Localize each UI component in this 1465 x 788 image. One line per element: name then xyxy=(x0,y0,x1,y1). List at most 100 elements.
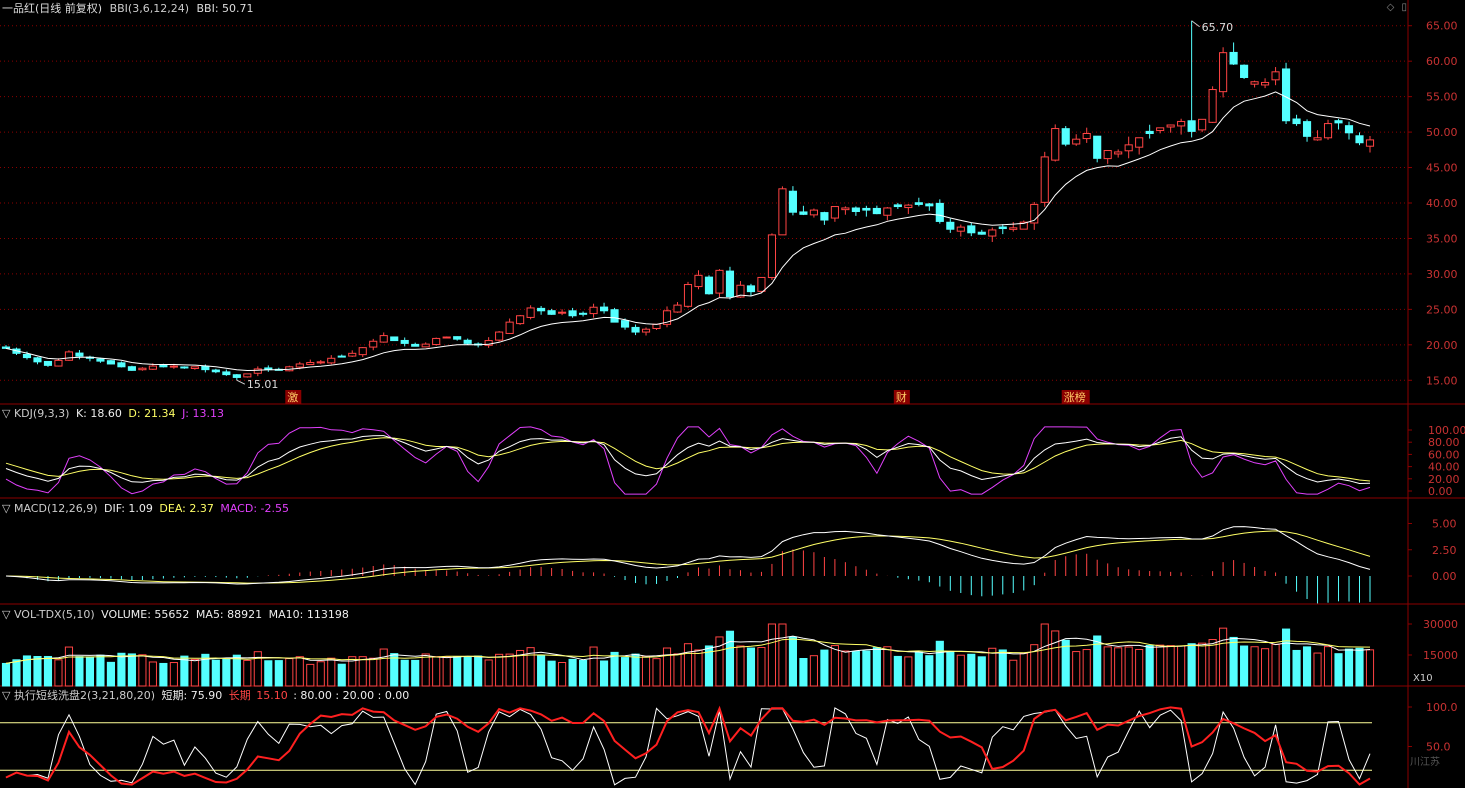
volume-bar xyxy=(914,651,923,687)
candle-body xyxy=(96,358,105,362)
candle-body xyxy=(914,202,923,205)
candle-body xyxy=(1365,139,1375,147)
candle-body xyxy=(1009,227,1018,230)
high-label: 65.70 xyxy=(1202,21,1234,34)
bbi-title[interactable]: BBI(3,6,12,24) xyxy=(110,2,189,15)
kdj-title[interactable]: KDJ(9,3,3) xyxy=(14,407,70,420)
volume-bar xyxy=(558,662,567,687)
candle-body xyxy=(1198,118,1207,131)
candle-body xyxy=(33,357,42,363)
candle-body xyxy=(1240,64,1249,78)
candle-body xyxy=(337,355,346,358)
stock-name[interactable]: 一品红(日线 前复权) xyxy=(2,2,102,15)
macd-header: ▽ MACD(12,26,9) DIF: 1.09 DEA: 2.37 MACD… xyxy=(2,502,289,515)
candle-body xyxy=(1250,81,1259,85)
volume-bar xyxy=(484,659,493,687)
y-tick-label: 30.00 xyxy=(1426,268,1458,281)
macd-value: MACD: -2.55 xyxy=(220,502,289,515)
volume-bar xyxy=(274,660,283,687)
candle-body xyxy=(599,306,609,312)
candle-body xyxy=(463,339,472,344)
candle-body xyxy=(306,362,315,366)
header-bar: 一品红(日线 前复权) BBI(3,6,12,24) BBI: 50.71 xyxy=(2,2,254,16)
vol-title[interactable]: VOL-TDX(5,10) xyxy=(14,608,95,621)
candle-body xyxy=(1292,118,1301,125)
candle-body xyxy=(988,229,997,237)
wash-title[interactable]: 执行短线洗盘2(3,21,80,20) xyxy=(14,689,155,702)
vol-header: ▽ VOL-TDX(5,10) VOLUME: 55652 MA5: 88921… xyxy=(2,608,349,621)
candle-body xyxy=(1177,120,1186,127)
volume-bar xyxy=(232,654,241,687)
volume-bar xyxy=(295,656,304,687)
volume-bar xyxy=(1219,627,1228,687)
candle-body xyxy=(558,311,567,314)
volume-bar xyxy=(211,659,220,687)
diamond-icon[interactable]: ◇ xyxy=(1387,2,1395,13)
y-tick-label: 40.00 xyxy=(1426,197,1458,210)
volume-bar xyxy=(243,659,252,687)
volume-bar xyxy=(316,661,325,687)
volume-bar xyxy=(442,656,451,687)
macd-title[interactable]: MACD(12,26,9) xyxy=(14,502,98,515)
volume-bar xyxy=(337,663,346,687)
window-controls: ◇ ▯ xyxy=(1387,2,1407,13)
chart-canvas[interactable]: 65.00 60.00 55.00 50.00 45.00 40.00 35.00 30.00… xyxy=(0,0,1465,788)
volume-bar xyxy=(138,654,147,687)
candle-body xyxy=(64,351,74,361)
candle-body xyxy=(190,366,199,369)
candle-body xyxy=(778,188,787,236)
candle-body xyxy=(851,207,860,213)
candle-body xyxy=(400,339,409,344)
volume-bar xyxy=(1,662,11,687)
volume-bar xyxy=(746,647,756,687)
volume-bar xyxy=(1261,648,1270,687)
volume-bar xyxy=(12,659,21,687)
kdj-d: D: 21.34 xyxy=(128,407,176,420)
y-tick-label: 20.00 xyxy=(1426,339,1458,352)
volume-bar xyxy=(505,653,514,687)
candle-body xyxy=(872,207,881,215)
kdj-tick-label: 40.00 xyxy=(1428,461,1460,474)
volume-bar xyxy=(736,645,745,687)
candle-body xyxy=(1271,71,1280,81)
volume-bar xyxy=(1040,623,1049,687)
candle-body xyxy=(620,320,630,328)
candle-body xyxy=(169,365,178,368)
volume-bar xyxy=(358,656,367,687)
candle-body xyxy=(767,234,777,279)
volume-bar xyxy=(872,647,881,687)
vol-unit: X10 xyxy=(1413,673,1433,684)
wash-long-line xyxy=(5,705,1371,786)
candle-body xyxy=(54,359,63,367)
wash-long-label: 长期 xyxy=(228,689,251,702)
wash-long-value: 15.10 xyxy=(256,689,288,702)
volume-bar xyxy=(778,623,787,687)
volume-bar xyxy=(820,649,829,687)
volume-bar xyxy=(935,640,944,687)
volume-bar xyxy=(631,653,640,687)
candle-body xyxy=(421,343,430,348)
volume-bar xyxy=(1240,645,1249,687)
volume-bar xyxy=(1250,646,1259,687)
candle-body xyxy=(841,207,850,211)
vol-tick-label: 15000 xyxy=(1423,649,1458,662)
candle-body xyxy=(925,203,934,207)
wash-levels: : 80.00 : 20.00 : 0.00 xyxy=(293,689,410,702)
candle-body xyxy=(211,369,220,373)
volume-bar xyxy=(474,655,483,687)
volume-bar xyxy=(148,661,157,687)
volume-bar xyxy=(946,651,955,687)
volume-bar xyxy=(1114,647,1123,687)
volume-bar xyxy=(851,651,860,687)
volume-bar xyxy=(432,656,441,687)
volume-bar xyxy=(1208,639,1217,687)
candle-body xyxy=(946,221,955,230)
menu-icon[interactable]: ▯ xyxy=(1401,2,1407,13)
macd-tick-label: 5.00 xyxy=(1432,518,1457,531)
volume-bar xyxy=(1292,649,1301,687)
candle-body xyxy=(820,212,829,221)
volume-bar xyxy=(610,651,619,687)
event-marker-label: 涨榜 xyxy=(1064,390,1086,404)
volume-bar xyxy=(1145,644,1154,687)
volume-bar xyxy=(1313,652,1322,687)
